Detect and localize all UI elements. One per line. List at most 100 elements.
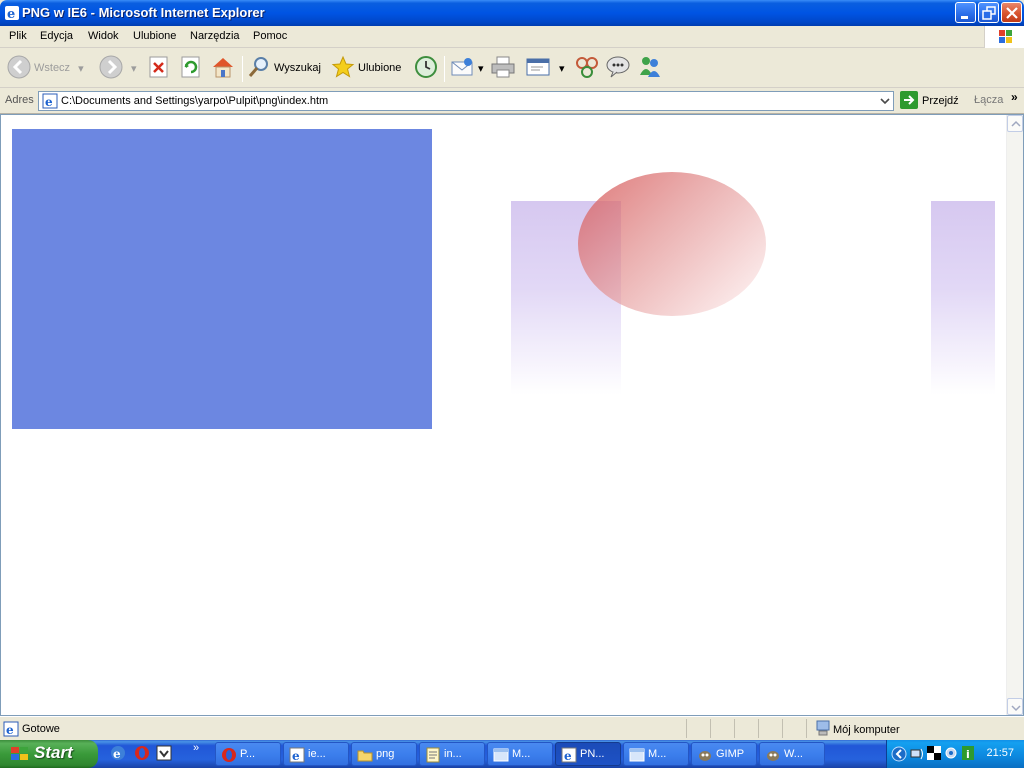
folder-icon [357,747,373,763]
svg-text:e: e [564,749,572,763]
search-button[interactable]: Wyszukaj [247,54,321,82]
discuss-button[interactable] [605,54,631,82]
menu-tools[interactable]: Narzędzia [190,30,240,42]
task-label: in... [444,748,462,760]
task-label: M... [648,748,667,760]
title-bar[interactable]: e PNG w IE6 - Microsoft Internet Explore… [0,0,1024,26]
history-button[interactable] [413,54,439,82]
page-content [0,114,1024,716]
menu-edit[interactable]: Edycja [40,30,73,42]
task-label: M... [512,748,531,760]
forward-dropdown-icon[interactable]: ▾ [131,62,137,75]
ie-page-icon: e [289,747,305,763]
restore-button[interactable] [978,2,999,23]
zone-label: Mój komputer [833,723,900,736]
printer-icon [490,55,516,82]
address-dropdown-icon[interactable] [877,92,893,110]
network-icon[interactable] [909,746,925,765]
print-button[interactable] [490,54,516,82]
go-button[interactable]: Przejdź [900,90,959,110]
task-m-2[interactable]: M... [623,742,689,766]
page-status-icon: e [3,721,19,740]
task-m-1[interactable]: M... [487,742,553,766]
edit-page-icon [525,55,553,82]
status-divider [806,719,807,738]
ie-page-icon: e [561,747,577,763]
menu-help[interactable]: Pomoc [253,30,287,42]
menu-file[interactable]: Plik [9,30,27,42]
address-value[interactable]: C:\Documents and Settings\yarpo\Pulpit\p… [61,95,328,107]
chevron-right-icon[interactable]: » [1011,90,1018,104]
mail-dropdown-icon[interactable]: ▾ [478,62,484,75]
scroll-up-button[interactable] [1007,115,1023,132]
computer-icon [816,720,830,739]
forward-button[interactable]: ▾ [99,54,137,82]
refresh-button[interactable] [180,54,202,82]
svg-text:e: e [7,7,15,21]
close-button[interactable] [1001,2,1022,23]
research-icon [574,55,600,82]
speech-bubble-icon [605,55,631,82]
toolbar-separator [242,56,243,82]
svg-text:i: i [966,748,970,761]
tray-collapse-icon[interactable] [891,746,907,765]
task-gimp[interactable]: GIMP [691,742,757,766]
messenger-button[interactable] [637,54,663,82]
favorites-button[interactable]: Ulubione [331,54,401,82]
quicklaunch-ie-icon[interactable]: e [110,745,126,764]
toolbar-separator [444,56,445,82]
history-icon [413,55,439,82]
minimize-button[interactable] [955,2,976,23]
task-ie-1[interactable]: e ie... [283,742,349,766]
address-bar: Adres e C:\Documents and Settings\yarpo\… [0,88,1024,114]
menu-view[interactable]: Widok [88,30,119,42]
task-png-folder[interactable]: png [351,742,417,766]
edit-dropdown-icon[interactable]: ▾ [559,62,565,75]
menu-favorites[interactable]: Ulubione [133,30,176,42]
window-icon [493,747,509,763]
settings-icon[interactable] [944,746,958,763]
start-button[interactable]: Start [0,740,98,768]
home-button[interactable] [210,54,236,82]
mail-button[interactable]: ▾ [450,54,484,82]
blue-rectangle [12,129,432,429]
status-text: Gotowe [22,723,60,735]
links-label[interactable]: Łącza [974,94,1003,106]
gimp-icon [765,747,781,763]
vertical-scrollbar[interactable] [1006,115,1023,715]
task-in[interactable]: in... [419,742,485,766]
refresh-icon [180,55,202,82]
ie-logo-icon: e [4,5,20,22]
info-icon[interactable]: i [961,745,975,764]
checker-icon[interactable] [927,746,941,763]
status-divider [686,719,687,738]
gimp-icon [697,747,713,763]
svg-text:e: e [292,749,300,763]
taskbar: Start e » P... e ie... png in... M... e … [0,740,1024,768]
stop-button[interactable] [148,54,170,82]
back-dropdown-icon[interactable]: ▾ [78,62,84,75]
back-button[interactable]: Wstecz ▾ [7,54,84,82]
search-icon [247,55,271,82]
windows-flag-icon [984,26,1024,48]
quicklaunch-desktop-icon[interactable] [156,745,172,764]
task-opera[interactable]: P... [215,742,281,766]
back-label: Wstecz [34,62,71,74]
status-divider [758,719,759,738]
back-arrow-icon [7,55,31,82]
task-w[interactable]: W... [759,742,825,766]
security-zone: Mój komputer [816,720,900,739]
research-button[interactable] [574,54,600,82]
clock: 21:57 [986,747,1014,759]
home-icon [210,55,236,82]
scroll-down-button[interactable] [1007,698,1023,715]
task-label: W... [784,748,803,760]
red-gradient-ellipse [578,172,766,316]
opera-icon [221,747,237,763]
quicklaunch-more-icon[interactable]: » [193,742,199,754]
task-png-ie6[interactable]: e PN... [555,742,621,766]
ie-window: e PNG w IE6 - Microsoft Internet Explore… [0,0,1024,740]
address-input[interactable]: e C:\Documents and Settings\yarpo\Pulpit… [38,91,894,111]
edit-button[interactable]: ▾ [525,54,565,82]
quicklaunch-opera-icon[interactable] [134,745,150,764]
